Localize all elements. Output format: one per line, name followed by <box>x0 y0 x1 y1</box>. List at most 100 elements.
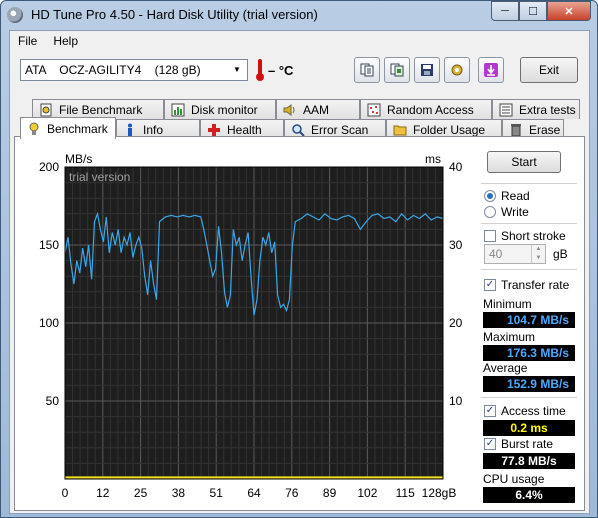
x-tick-label: 102 <box>357 486 377 500</box>
tab-label: Benchmark <box>47 121 108 136</box>
tab-label: Extra tests <box>519 102 576 117</box>
tab-label: Disk monitor <box>191 102 258 117</box>
y-tick-label-left: 50 <box>46 394 60 408</box>
y-tick-label-left: 100 <box>39 316 59 330</box>
y-tick-label-right: 40 <box>449 160 463 174</box>
drive-select[interactable]: ATA OCZ-AGILITY4 (128 gB) ▼ <box>20 59 248 81</box>
tab-label: File Benchmark <box>59 102 143 117</box>
tab-label: Erase <box>529 122 561 137</box>
download-icon <box>484 63 498 77</box>
save-icon <box>421 64 433 76</box>
options-icon <box>451 64 463 76</box>
minimize-button[interactable]: ─ <box>491 1 519 21</box>
x-tick-label: 76 <box>285 486 299 500</box>
chevron-down-icon: ▼ <box>233 65 241 74</box>
y-tick-label-left: 200 <box>39 160 59 174</box>
x-tick-label: 115 <box>396 486 415 500</box>
close-icon: ✕ <box>564 5 574 18</box>
tab-benchmark[interactable]: Benchmark <box>20 117 116 139</box>
tab-label: AAM <box>303 102 330 117</box>
speaker-icon <box>283 103 295 116</box>
minimize-icon: ─ <box>501 5 509 17</box>
maximize-button[interactable]: ☐ <box>519 1 547 21</box>
disk-monitor-icon <box>171 103 185 116</box>
chart-svg: 200 150 100 50 40 30 20 10 MB/s ms 0 12 25 38 51 64 76 89… <box>39 152 463 500</box>
burst-rate-checkbox[interactable]: ✓ <box>484 438 496 450</box>
divider <box>481 269 577 270</box>
options-button[interactable] <box>444 57 470 83</box>
random-access-icon <box>367 103 381 116</box>
copy-screenshot-button[interactable] <box>384 57 410 83</box>
tab-label: Info <box>143 122 164 137</box>
menu-file[interactable]: File <box>10 31 45 51</box>
benchmark-panel: 200 150 100 50 40 30 20 10 MB/s ms 0 12 25 38 51 64 76 89… <box>14 136 585 511</box>
copy-text-button[interactable] <box>354 57 380 83</box>
short-stroke-unit: gB <box>553 247 568 261</box>
burst-rate-value: 77.8 MB/s <box>483 453 575 469</box>
x-tick-label: 12 <box>96 486 110 500</box>
info-icon <box>128 123 132 136</box>
transfer-rate-checkbox[interactable]: ✓ <box>484 279 496 291</box>
tab-random-access[interactable]: Random Access <box>360 99 492 119</box>
short-stroke-checkbox[interactable] <box>484 230 496 242</box>
minimum-value: 104.7 MB/s <box>483 312 575 328</box>
menu-help[interactable]: Help <box>45 31 86 51</box>
maximum-value: 176.3 MB/s <box>483 345 575 361</box>
maximum-label: Maximum <box>483 330 536 344</box>
burst-rate-label: Burst rate <box>501 437 554 451</box>
controls-pane: Start Read Write Short stroke 40 ▲ ▼ gB ✓… <box>477 137 586 512</box>
minimum-label: Minimum <box>483 297 532 311</box>
access-time-checkbox[interactable]: ✓ <box>484 405 496 417</box>
trash-icon <box>511 123 521 136</box>
x-tick-label: 51 <box>210 486 224 500</box>
extra-tests-icon <box>499 103 513 116</box>
copy-text-icon <box>360 63 374 77</box>
tab-label: Error Scan <box>311 122 369 137</box>
read-radio[interactable] <box>484 190 496 202</box>
title-bar[interactable]: HD Tune Pro 4.50 - Hard Disk Utility (tr… <box>1 1 597 29</box>
y-axis-unit-right: ms <box>425 152 441 166</box>
spinner-arrows-icon[interactable]: ▲ ▼ <box>531 245 545 263</box>
tab-label: Folder Usage <box>413 122 486 137</box>
access-time-label: Access time <box>501 404 566 418</box>
y-tick-label-right: 20 <box>449 316 463 330</box>
y-tick-label-right: 10 <box>449 394 463 408</box>
tab-label: Health <box>227 122 262 137</box>
client-area: File Help ATA OCZ-AGILITY4 (128 gB) ▼ – … <box>9 30 590 514</box>
save-button[interactable] <box>414 57 440 83</box>
average-label: Average <box>483 361 528 375</box>
divider <box>481 397 577 398</box>
file-benchmark-icon <box>40 103 52 116</box>
exit-button[interactable]: Exit <box>520 57 578 83</box>
toolbar: ATA OCZ-AGILITY4 (128 gB) ▼ – °C Exit <box>10 53 589 89</box>
download-button[interactable] <box>478 57 504 83</box>
magnifier-icon <box>292 123 305 137</box>
divider <box>481 183 577 184</box>
tab-aam[interactable]: AAM <box>276 99 360 119</box>
maximize-icon: ☐ <box>528 5 538 18</box>
thermometer-icon <box>254 59 264 81</box>
tab-extra-tests[interactable]: Extra tests <box>492 99 580 119</box>
caption-buttons: ─ ☐ ✕ <box>491 1 591 21</box>
cpu-usage-value: 6.4% <box>483 487 575 503</box>
cpu-usage-label: CPU usage <box>483 472 545 486</box>
x-tick-label: 89 <box>323 486 337 500</box>
short-stroke-input[interactable]: 40 ▲ ▼ <box>484 244 546 264</box>
health-cross-icon <box>208 123 220 136</box>
close-button[interactable]: ✕ <box>547 1 591 21</box>
app-window: HD Tune Pro 4.50 - Hard Disk Utility (tr… <box>0 0 598 518</box>
start-button[interactable]: Start <box>487 151 561 173</box>
short-stroke-label: Short stroke <box>501 229 566 243</box>
tab-file-benchmark[interactable]: File Benchmark <box>32 99 164 119</box>
x-tick-label: 38 <box>172 486 186 500</box>
write-radio[interactable] <box>484 206 496 218</box>
access-time-value: 0.2 ms <box>483 420 575 436</box>
app-disk-icon <box>7 7 23 23</box>
x-tick-label: 128gB <box>422 486 457 500</box>
window-title: HD Tune Pro 4.50 - Hard Disk Utility (tr… <box>31 7 318 22</box>
tab-row-top: File Benchmark Disk monitor AAM Random A… <box>32 99 580 119</box>
divider <box>481 223 577 224</box>
transfer-rate-label: Transfer rate <box>501 278 570 292</box>
copy-screenshot-icon <box>390 63 404 77</box>
tab-disk-monitor[interactable]: Disk monitor <box>164 99 276 119</box>
